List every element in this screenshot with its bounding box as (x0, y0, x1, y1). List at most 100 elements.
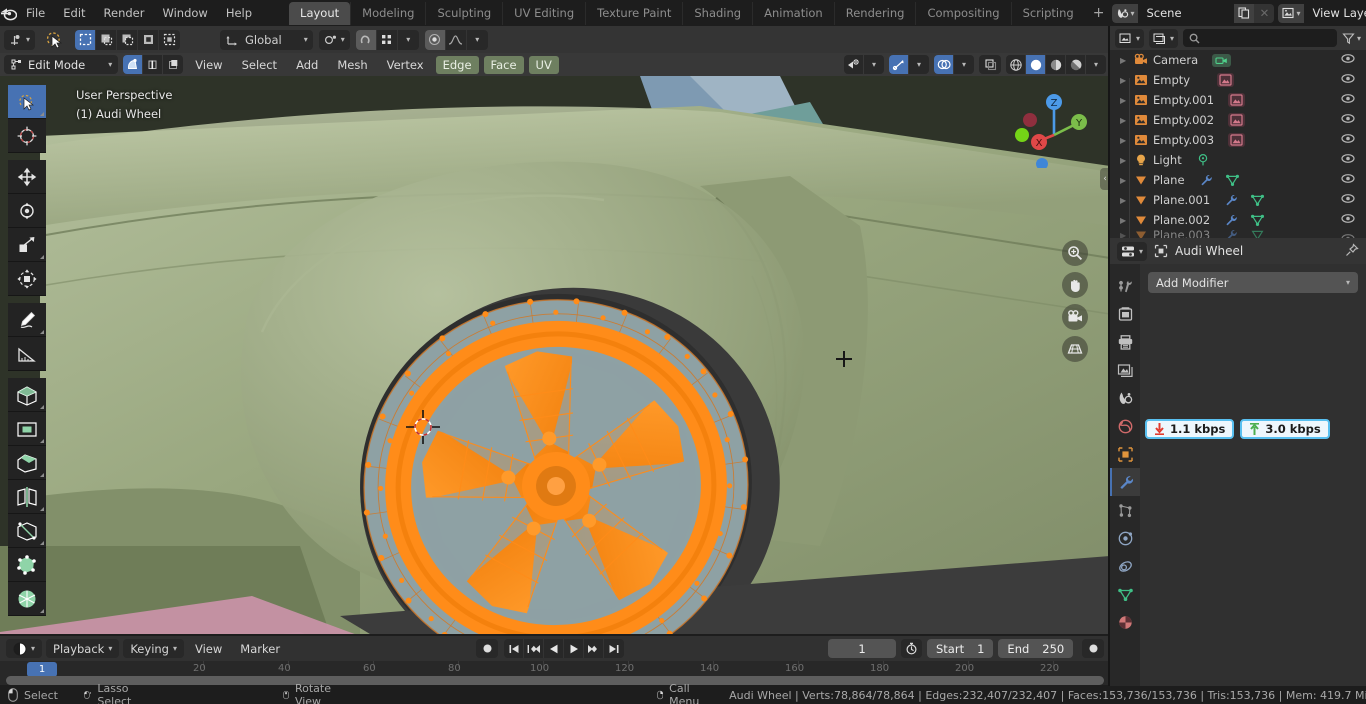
toggle-orthographic-icon[interactable] (1062, 336, 1088, 362)
workspace-tab-scripting[interactable]: Scripting (1010, 1, 1085, 25)
shading-solid-icon[interactable] (1026, 55, 1046, 74)
outliner-item-empty-003[interactable]: ▶ Empty.003 (1110, 130, 1366, 150)
properties-tab-view-layer[interactable] (1110, 356, 1140, 384)
image-data-badge-icon[interactable] (1228, 93, 1246, 107)
modifier-badge-icon[interactable] (1224, 193, 1238, 207)
image-data-badge-icon[interactable] (1217, 73, 1235, 87)
falloff-chevron-icon[interactable]: ▾ (467, 30, 488, 50)
expand-arrow-icon[interactable]: ▶ (1120, 156, 1129, 165)
properties-tab-particles[interactable] (1110, 496, 1140, 524)
annotate-tool-icon[interactable] (8, 303, 46, 337)
menu-file[interactable]: File (17, 3, 54, 23)
properties-tab-output[interactable] (1110, 328, 1140, 356)
visibility-eye-icon[interactable] (1341, 53, 1355, 67)
image-data-badge-icon[interactable] (1228, 113, 1246, 127)
shading-wireframe-icon[interactable] (1006, 55, 1026, 74)
viewport-menu-select[interactable]: Select (235, 56, 284, 74)
snapping-chevron-icon[interactable]: ▾ (398, 30, 419, 50)
expand-arrow-icon[interactable]: ▶ (1120, 176, 1129, 185)
snap-magnet-icon[interactable] (355, 29, 377, 50)
workspace-tab-compositing[interactable]: Compositing (915, 1, 1010, 25)
scene-icon[interactable]: ▾ (1112, 3, 1139, 23)
menu-help[interactable]: Help (217, 3, 261, 23)
expand-arrow-icon[interactable]: ▶ (1120, 196, 1129, 205)
viewport-menu-edge[interactable]: Edge (435, 55, 479, 74)
outliner-item-plane-001[interactable]: ▶ Plane.001 (1110, 190, 1366, 210)
navigation-gizmo[interactable]: Z Y X (1015, 90, 1093, 168)
snapping-group[interactable]: ▾ (355, 29, 419, 50)
transform-tool-icon[interactable] (8, 262, 46, 296)
view-layer-name-field[interactable]: View Layer (1304, 3, 1366, 23)
tweak-tool-icon[interactable] (8, 85, 46, 119)
jump-to-start-icon[interactable] (504, 639, 524, 658)
proportional-editing-icon[interactable] (424, 29, 446, 50)
viewport-menu-uv[interactable]: UV (528, 55, 559, 74)
properties-tab-data[interactable] (1110, 580, 1140, 608)
timeline-playhead[interactable]: 1 (27, 662, 57, 677)
xray-toggle-icon[interactable] (979, 55, 1001, 74)
timeline-scrollbar[interactable] (6, 676, 1104, 685)
blender-logo-icon[interactable] (0, 6, 17, 21)
camera-view-icon[interactable] (1062, 304, 1088, 330)
outliner-item-empty-001[interactable]: ▶ Empty.001 (1110, 90, 1366, 110)
knife-tool-icon[interactable] (8, 514, 46, 548)
visibility-eye-icon[interactable] (1341, 93, 1355, 107)
gizmo-chevron-icon[interactable]: ▾ (909, 55, 929, 74)
proportional-falloff-icon[interactable] (446, 29, 467, 50)
properties-tab-physics[interactable] (1110, 524, 1140, 552)
workspace-tab-animation[interactable]: Animation (752, 1, 834, 25)
properties-tab-object[interactable] (1110, 440, 1140, 468)
expand-arrow-icon[interactable]: ▶ (1120, 231, 1129, 239)
pan-hand-icon[interactable] (1062, 272, 1088, 298)
play-reverse-icon[interactable] (544, 639, 564, 658)
view-layer-icon[interactable]: ▾ (1278, 3, 1305, 23)
auto-keying-icon[interactable] (1082, 639, 1104, 658)
outliner-item-plane[interactable]: ▶ Plane (1110, 170, 1366, 190)
scene-name-field[interactable]: Scene (1138, 3, 1235, 23)
visibility-eye-icon[interactable] (1341, 133, 1355, 147)
properties-tab-modifier[interactable] (1110, 468, 1140, 496)
mesh-data-badge-icon[interactable] (1250, 230, 1265, 238)
properties-tab-render[interactable] (1110, 300, 1140, 328)
unlink-scene-icon[interactable]: ✕ (1254, 3, 1275, 23)
outliner-item-empty-002[interactable]: ▶ Empty.002 (1110, 110, 1366, 130)
viewport-menu-mesh[interactable]: Mesh (330, 56, 374, 74)
pin-icon[interactable] (1345, 242, 1359, 260)
timeline-menu-playback[interactable]: Playback ▾ (46, 639, 120, 658)
expand-arrow-icon[interactable]: ▶ (1120, 76, 1129, 85)
expand-arrow-icon[interactable]: ▶ (1120, 136, 1129, 145)
move-tool-icon[interactable] (8, 160, 46, 194)
vertex-select-icon[interactable] (123, 55, 144, 74)
current-frame-field[interactable]: 1 (828, 639, 896, 658)
invert-select-icon[interactable] (138, 29, 160, 50)
select-mode-group[interactable] (75, 29, 181, 50)
gizmo-icon[interactable] (889, 55, 909, 74)
modifier-badge-icon[interactable] (1224, 213, 1238, 227)
overlays-chevron-icon[interactable]: ▾ (954, 55, 974, 74)
spin-tool-icon[interactable] (8, 582, 46, 616)
extrude-region-tool-icon[interactable] (8, 378, 46, 412)
bevel-tool-icon[interactable] (8, 446, 46, 480)
workspace-tab-rendering[interactable]: Rendering (833, 1, 916, 25)
expand-arrow-icon[interactable]: ▶ (1120, 96, 1129, 105)
visibility-eye-icon[interactable] (1341, 73, 1355, 87)
snap-increment-icon[interactable] (377, 29, 398, 50)
shading-chevron-icon[interactable]: ▾ (1086, 55, 1106, 74)
view-layer-selector[interactable]: ▾ View Layer ✕ (1278, 3, 1366, 23)
pivot-point-dropdown[interactable]: ▾ (318, 29, 350, 50)
properties-tab-material[interactable] (1110, 608, 1140, 636)
frame-end-field[interactable]: End 250 (998, 639, 1074, 658)
proportional-editing-group[interactable]: ▾ (424, 29, 488, 50)
playback-transport[interactable] (504, 639, 624, 658)
menu-edit[interactable]: Edit (54, 3, 94, 23)
use-preview-range-icon[interactable] (901, 639, 922, 658)
extend-select-icon[interactable] (96, 29, 118, 50)
gizmo-toggle-group[interactable]: ▾ (889, 55, 929, 74)
rotate-tool-icon[interactable] (8, 194, 46, 228)
subtract-select-icon[interactable] (117, 29, 139, 50)
cursor-tool-icon[interactable] (8, 119, 46, 153)
outliner-item-empty[interactable]: ▶ Empty (1110, 70, 1366, 90)
play-icon[interactable] (564, 639, 584, 658)
transform-orientation-dropdown[interactable]: Global ▾ (220, 29, 313, 50)
jump-to-prev-keyframe-icon[interactable] (524, 639, 544, 658)
